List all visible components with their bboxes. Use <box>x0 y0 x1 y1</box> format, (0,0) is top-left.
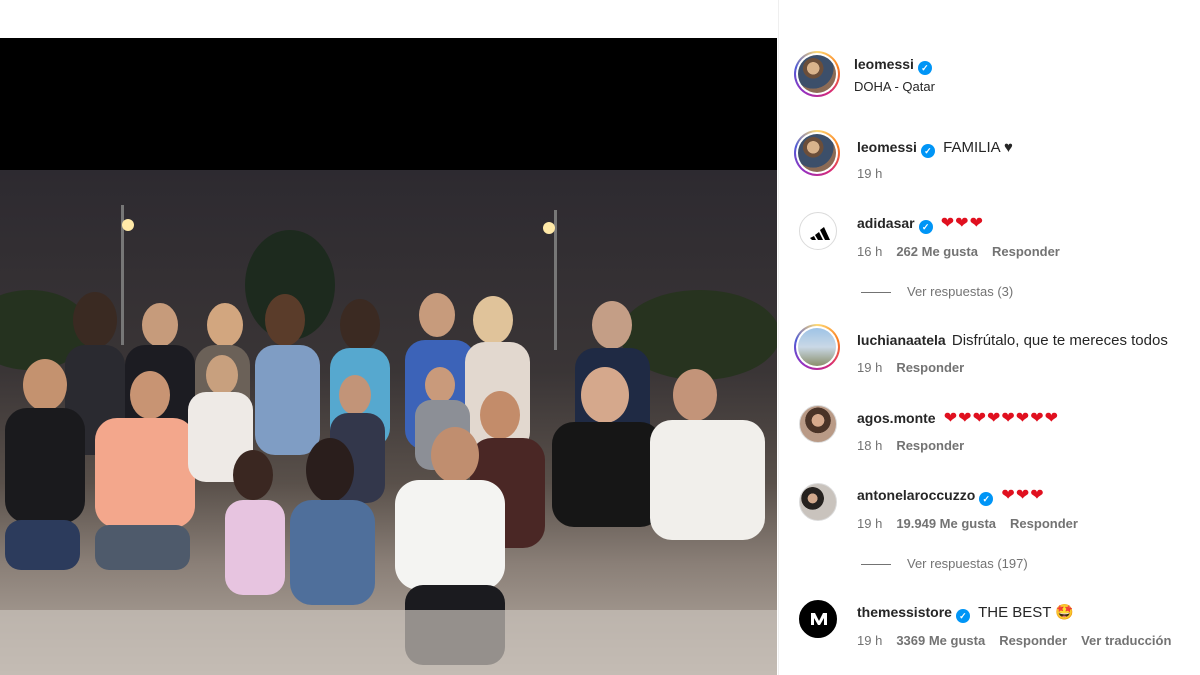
view-replies-button[interactable]: Ver respuestas (3) <box>861 284 1013 299</box>
caption-time: 19 h <box>857 166 883 181</box>
comments-panel: leomessi ✓ DOHA - Qatar leomessi ✓ FAMILIA… <box>778 0 1200 675</box>
post-photo[interactable] <box>0 38 777 675</box>
comment-item: agos.monte ❤❤❤❤❤❤❤❤ 18 h Responder <box>779 405 1200 465</box>
post-header: leomessi ✓ DOHA - Qatar <box>779 48 1200 102</box>
comment-time: 19 h <box>857 360 883 375</box>
comment-time: 19 h <box>857 516 883 531</box>
commenter-avatar[interactable] <box>799 483 837 521</box>
replies-divider <box>861 564 891 566</box>
comment-username[interactable]: luchianaatela <box>857 332 946 348</box>
caption-username[interactable]: leomessi <box>857 139 917 155</box>
view-replies-label: Ver respuestas (197) <box>907 556 1028 571</box>
photo-illustration <box>0 205 777 675</box>
comment-item: antonelaroccuzzo ✓ ❤❤❤ 19 h 19.949 Me gust… <box>779 483 1200 583</box>
messi-store-logo-icon[interactable] <box>799 600 837 638</box>
reply-button[interactable]: Responder <box>999 633 1067 648</box>
verified-badge-icon: ✓ <box>955 609 970 623</box>
commenter-avatar[interactable] <box>799 405 837 443</box>
comment-username[interactable]: themessistore <box>857 604 952 620</box>
comment-text: Disfrútalo, que te mereces todos <box>951 332 1168 349</box>
comment-text: ❤❤❤ <box>940 215 984 232</box>
reply-button[interactable]: Responder <box>896 360 964 375</box>
comment-item: luchianaatela Disfrútalo, que te mereces… <box>779 324 1200 384</box>
verified-badge-icon: ✓ <box>979 492 994 506</box>
caption-author-avatar[interactable] <box>794 130 840 176</box>
comment-text: ❤❤❤ <box>1001 487 1045 504</box>
view-replies-label: Ver respuestas (3) <box>907 284 1014 299</box>
verified-badge-icon: ✓ <box>917 61 932 75</box>
comment-item: adidasar ✓ ❤❤❤ 16 h 262 Me gusta Responder … <box>779 210 1200 310</box>
comment-likes[interactable]: 262 Me gusta <box>896 244 978 259</box>
comment-likes[interactable]: 19.949 Me gusta <box>896 516 996 531</box>
comment-text: THE BEST 🤩 <box>978 604 1075 621</box>
caption-text: FAMILIA ♥ <box>943 139 1013 156</box>
comment-time: 19 h <box>857 633 883 648</box>
verified-badge-icon: ✓ <box>920 144 935 158</box>
comment-username[interactable]: adidasar <box>857 215 915 231</box>
reply-button[interactable]: Responder <box>1010 516 1078 531</box>
replies-divider <box>861 292 891 294</box>
translate-button[interactable]: Ver traducción <box>1081 633 1171 648</box>
comment-username[interactable]: agos.monte <box>857 410 936 426</box>
author-avatar[interactable] <box>794 51 840 97</box>
family-photo-image <box>0 170 777 675</box>
verified-badge-icon: ✓ <box>918 220 933 234</box>
commenter-avatar[interactable] <box>794 324 840 370</box>
reply-button[interactable]: Responder <box>992 244 1060 259</box>
adidas-logo-icon[interactable] <box>799 212 837 250</box>
comment-item: themessistore ✓ THE BEST 🤩 19 h 3369 Me gu… <box>779 600 1200 660</box>
author-username[interactable]: leomessi <box>854 56 914 72</box>
comment-username[interactable]: antonelaroccuzzo <box>857 487 975 503</box>
post-location[interactable]: DOHA - Qatar <box>854 79 935 94</box>
comment-time: 18 h <box>857 438 883 453</box>
comment-time: 16 h <box>857 244 883 259</box>
post-caption: leomessi ✓ FAMILIA ♥ 19 h <box>779 130 1200 190</box>
comment-likes[interactable]: 3369 Me gusta <box>896 633 985 648</box>
view-replies-button[interactable]: Ver respuestas (197) <box>861 556 1028 571</box>
reply-button[interactable]: Responder <box>896 438 964 453</box>
comment-text: ❤❤❤❤❤❤❤❤ <box>943 410 1059 427</box>
